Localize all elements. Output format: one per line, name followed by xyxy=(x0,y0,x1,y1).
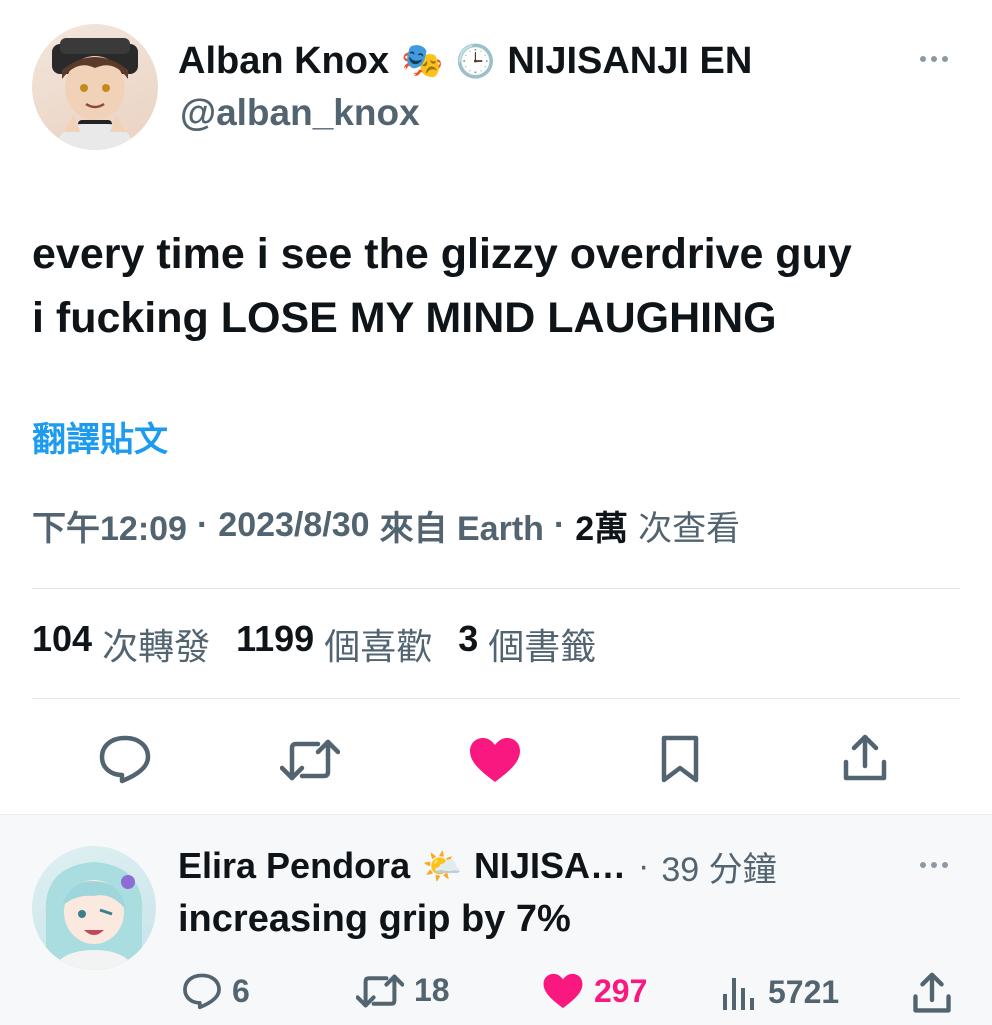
views-chart-icon xyxy=(723,978,754,1010)
author-name[interactable]: Alban Knox xyxy=(178,40,389,83)
reply-replies-count: 6 xyxy=(232,972,250,1009)
like-heart-icon[interactable] xyxy=(468,736,522,784)
translate-post-link[interactable]: 翻譯貼文 xyxy=(32,412,168,461)
reply-text: increasing grip by 7% xyxy=(178,898,571,940)
reply-likes-stat[interactable]: 297 xyxy=(542,972,647,1010)
author-name-row: Alban Knox 🎭 🕒 NIJISANJI EN xyxy=(178,36,752,86)
tweet-time[interactable]: 下午12:09 xyxy=(32,501,187,550)
reply-more-options-icon[interactable] xyxy=(920,862,948,868)
likes-count: 1199 xyxy=(236,618,315,659)
reply-likes-count: 297 xyxy=(594,972,648,1009)
bookmarks-label: 個書籤 xyxy=(488,626,597,667)
author-handle[interactable]: @alban_knox xyxy=(180,92,420,134)
reply-avatar-illustration xyxy=(45,862,143,970)
sun-cloud-emoji-icon: 🌤️ xyxy=(422,848,462,884)
reply-retweets-stat[interactable]: 18 xyxy=(356,972,450,1009)
reply-separator: · xyxy=(637,846,650,885)
reply-affiliation: NIJISA… xyxy=(473,845,626,886)
bookmarks-count: 3 xyxy=(458,618,479,659)
tweet-text: every time i see the glizzy overdrive gu… xyxy=(32,222,972,350)
tweet-meta-row: 下午12:09 · 2023/8/30 來自 Earth · 2萬 次查看 xyxy=(32,500,740,550)
bookmarks-stat[interactable]: 3 個書籤 xyxy=(458,618,596,670)
tweet-text-line1: every time i see the glizzy overdrive gu… xyxy=(32,230,852,278)
reply-views-stat[interactable]: 5721 xyxy=(720,972,839,1012)
reply-author-name[interactable]: Elira Pendora xyxy=(178,845,410,887)
share-icon[interactable] xyxy=(842,734,888,782)
tweet-date[interactable]: 2023/8/30 xyxy=(218,506,369,545)
bookmark-icon[interactable] xyxy=(660,734,700,784)
retweets-count: 104 xyxy=(32,618,93,659)
masks-emoji-icon: 🎭 xyxy=(401,42,444,80)
reply-share-icon[interactable] xyxy=(912,972,952,1014)
reply-small-icon xyxy=(183,973,221,1010)
clock-emoji-icon: 🕒 xyxy=(455,43,496,79)
reply-author-avatar[interactable] xyxy=(32,846,156,970)
reply-time[interactable]: 39 分鐘 xyxy=(661,842,776,891)
reply-replies-stat[interactable]: 6 xyxy=(182,972,250,1010)
more-options-icon[interactable] xyxy=(920,56,948,62)
views-count: 2萬 xyxy=(575,509,629,548)
tweet-text-line2: i fucking LOSE MY MIND LAUGHING xyxy=(32,294,777,342)
likes-stat[interactable]: 1199 個喜歡 xyxy=(236,618,432,670)
retweet-icon[interactable] xyxy=(280,738,340,782)
divider-top xyxy=(32,588,960,589)
reply-header-row: Elira Pendora 🌤️ NIJISA… · 39 分鐘 xyxy=(178,842,777,890)
likes-label: 個喜歡 xyxy=(324,626,433,667)
reply-retweets-count: 18 xyxy=(414,972,450,1008)
meta-separator: · xyxy=(553,505,566,544)
meta-separator: · xyxy=(196,505,209,544)
affiliation-label: NIJISANJI EN xyxy=(507,39,753,82)
heart-small-icon xyxy=(543,973,583,1009)
divider-bottom xyxy=(32,698,960,699)
author-avatar[interactable] xyxy=(32,24,158,150)
tweet-stats-row: 104 次轉發 1199 個喜歡 3 個書籤 xyxy=(32,618,596,670)
reply-icon[interactable] xyxy=(98,734,152,784)
retweets-label: 次轉發 xyxy=(102,626,211,667)
retweets-stat[interactable]: 104 次轉發 xyxy=(32,618,210,670)
reply-views-count: 5721 xyxy=(768,973,840,1010)
tweet-source: 來自 Earth xyxy=(379,509,544,548)
views-label: 次查看 xyxy=(638,509,741,548)
avatar-illustration xyxy=(52,38,138,150)
retweet-small-icon xyxy=(356,974,404,1007)
